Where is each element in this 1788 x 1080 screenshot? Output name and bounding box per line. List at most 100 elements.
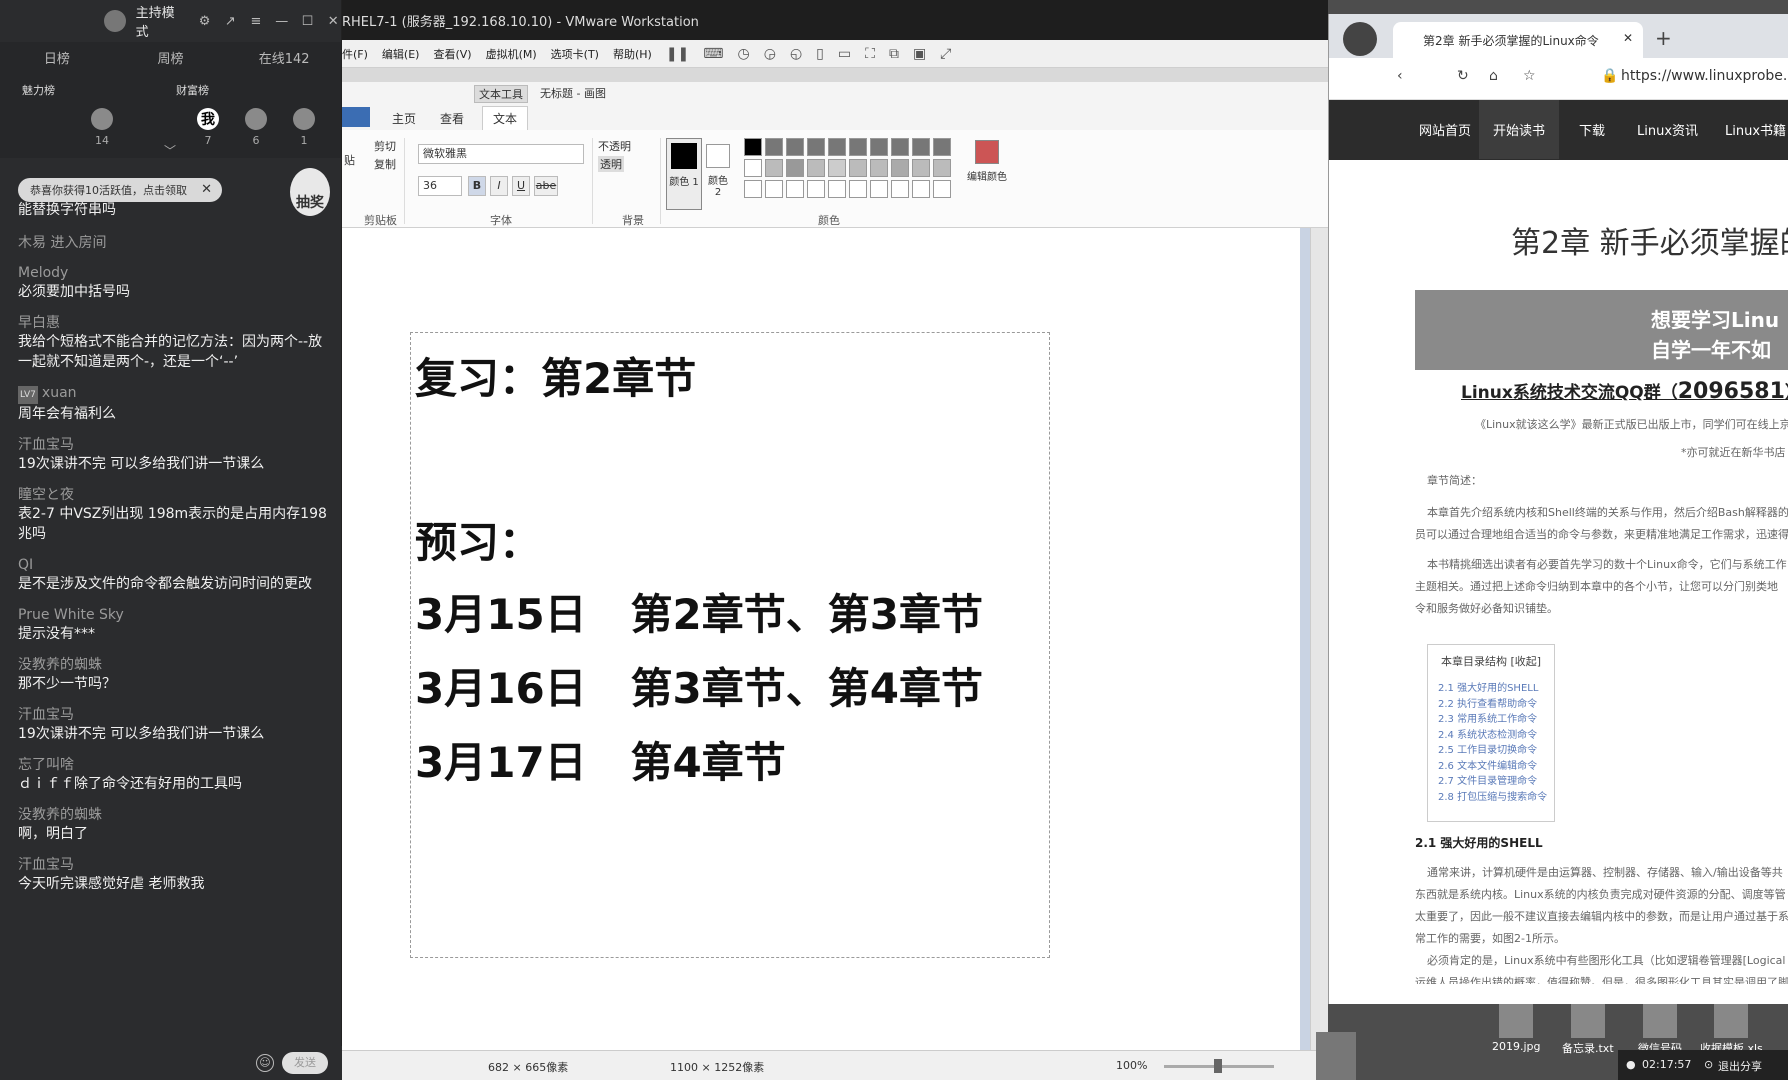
palette-swatch[interactable] — [849, 138, 867, 156]
charm-rank-user[interactable]: 14 — [90, 108, 114, 147]
message-author[interactable]: Prue White Sky — [18, 606, 328, 624]
revert-snapshot-icon[interactable]: ◶ — [764, 46, 776, 62]
message-author[interactable]: QI — [18, 556, 328, 574]
minimize-icon[interactable]: — — [274, 13, 290, 29]
tab-daily[interactable]: 日榜 — [0, 48, 114, 67]
vertical-scrollbar[interactable] — [1310, 228, 1328, 1050]
favorite-icon[interactable]: ☆ — [1523, 68, 1536, 84]
zoom-slider-thumb[interactable] — [1214, 1059, 1222, 1073]
emoji-icon[interactable]: ☺ — [256, 1054, 274, 1072]
message-author[interactable]: 汗血宝马 — [18, 436, 328, 454]
toc-item[interactable]: 2.6 文本文件编辑命令 — [1428, 759, 1554, 775]
palette-swatch[interactable] — [744, 180, 762, 198]
toc-title[interactable]: 本章目录结构 [收起] — [1428, 653, 1554, 669]
palette-swatch[interactable] — [828, 180, 846, 198]
palette-swatch[interactable] — [870, 159, 888, 177]
underline-button[interactable]: U — [512, 176, 530, 196]
chevron-down-icon[interactable]: ﹀ — [164, 142, 176, 159]
nav-read[interactable]: 开始读书 — [1479, 100, 1560, 159]
pause-icon[interactable]: ❚❚ — [666, 46, 689, 62]
maximize-icon[interactable]: ☐ — [300, 13, 316, 29]
console-icon[interactable]: ▣ — [913, 46, 926, 62]
message-author[interactable]: 汗血宝马 — [18, 706, 328, 724]
tab-home[interactable]: 主页 — [392, 110, 416, 127]
cut-button[interactable]: 剪切 — [374, 138, 396, 154]
send-keys-icon[interactable]: ⌨ — [703, 46, 723, 62]
new-tab-icon[interactable]: + — [1655, 26, 1672, 50]
copy-button[interactable]: 复制 — [374, 156, 396, 172]
palette-swatch[interactable] — [912, 159, 930, 177]
message-author[interactable]: Melody — [18, 264, 328, 282]
lottery-button[interactable]: 抽奖 — [290, 168, 330, 216]
desktop-icon[interactable]: 2019.jpg — [1492, 1004, 1541, 1053]
bold-button[interactable]: B — [468, 176, 486, 196]
reward-notice[interactable]: 恭喜你获得10活跃值，点击领取 ✕ — [18, 178, 222, 202]
wealth-rank-user[interactable]: 6 — [244, 108, 268, 147]
desktop-icon[interactable]: 备忘录.txt — [1562, 1004, 1614, 1056]
menu-file[interactable]: 件(F) — [342, 46, 368, 62]
wealth-rank-user[interactable]: 1 — [292, 108, 316, 147]
nav-books[interactable]: Linux书籍 — [1725, 120, 1786, 139]
message-author[interactable]: 忘了叫啥 — [18, 756, 328, 774]
exit-share-button[interactable]: 退出分享 — [1718, 1058, 1762, 1074]
back-icon[interactable]: ‹ — [1397, 68, 1403, 84]
tab-text[interactable]: 文本 — [482, 106, 529, 130]
fullscreen-icon[interactable]: ⛶ — [865, 46, 875, 62]
nav-news[interactable]: Linux资讯 — [1637, 120, 1698, 139]
qq-group-link[interactable]: Linux系统技术交流QQ群（2096581） — [1461, 378, 1788, 404]
menu-tabs[interactable]: 选项卡(T) — [551, 46, 599, 62]
italic-button[interactable]: I — [490, 176, 508, 196]
wealth-rank-user[interactable]: 我7 — [196, 108, 220, 147]
menu-help[interactable]: 帮助(H) — [613, 46, 652, 62]
file-menu-button[interactable] — [342, 107, 370, 127]
browser-tab[interactable]: 第2章 新手必须掌握的Linux命令 ✕ — [1393, 22, 1643, 58]
palette-swatch[interactable] — [765, 180, 783, 198]
palette-swatch[interactable] — [891, 159, 909, 177]
palette-swatch[interactable] — [807, 159, 825, 177]
opaque-option[interactable]: 不透明 — [598, 138, 631, 154]
palette-swatch[interactable] — [933, 180, 951, 198]
snapshot-icon[interactable]: ◷ — [738, 46, 750, 62]
palette-swatch[interactable] — [786, 180, 804, 198]
toc-item[interactable]: 2.3 常用系统工作命令 — [1428, 712, 1554, 728]
color1-button[interactable]: 颜色 1 — [666, 138, 702, 210]
toc-item[interactable]: 2.1 强大好用的SHELL — [1428, 681, 1554, 697]
nav-download[interactable]: 下载 — [1579, 120, 1605, 139]
palette-swatch[interactable] — [849, 180, 867, 198]
palette-swatch[interactable] — [912, 180, 930, 198]
palette-swatch[interactable] — [744, 159, 762, 177]
palette-swatch[interactable] — [891, 138, 909, 156]
drawing-canvas[interactable]: 复习：第2章节 预习： 3月15日 第2章节、第3章节 3月16日 第3章节、第… — [342, 228, 1300, 1050]
palette-swatch[interactable] — [786, 138, 804, 156]
text-box[interactable]: 复习：第2章节 预习： 3月15日 第2章节、第3章节 3月16日 第3章节、第… — [410, 332, 1050, 958]
font-size-select[interactable]: 36 — [418, 176, 462, 196]
share-icon[interactable]: ↗ — [222, 13, 238, 29]
transparent-option[interactable]: 透明 — [598, 156, 624, 172]
reload-icon[interactable]: ↻ — [1457, 68, 1469, 84]
tab-online[interactable]: 在线142 — [227, 48, 341, 67]
toc-item[interactable]: 2.7 文件目录管理命令 — [1428, 774, 1554, 790]
menu-edit[interactable]: 编辑(E) — [382, 46, 420, 62]
strikethrough-button[interactable]: abe — [534, 176, 558, 196]
menu-view[interactable]: 查看(V) — [433, 46, 471, 62]
menu-icon[interactable]: ≡ — [248, 13, 264, 29]
thumbnail-icon[interactable]: ▭ — [838, 46, 851, 62]
toc-item[interactable]: 2.2 执行查看帮助命令 — [1428, 697, 1554, 713]
settings-icon[interactable]: ⚙ — [197, 13, 213, 29]
color2-button[interactable] — [706, 144, 730, 168]
paste-button[interactable]: 贴 — [344, 152, 355, 168]
palette-swatch[interactable] — [765, 159, 783, 177]
palette-swatch[interactable] — [912, 138, 930, 156]
font-family-select[interactable]: 微软雅黑 — [418, 144, 584, 164]
palette-swatch[interactable] — [744, 138, 762, 156]
profile-avatar[interactable] — [1343, 22, 1377, 56]
promo-banner[interactable]: 想要学习Linu 自学一年不如 — [1415, 290, 1788, 370]
toc-item[interactable]: 2.8 打包压缩与搜索命令 — [1428, 790, 1554, 806]
nav-home[interactable]: 网站首页 — [1419, 120, 1471, 139]
home-icon[interactable]: ⌂ — [1489, 68, 1498, 84]
zoom-slider[interactable] — [1164, 1059, 1274, 1073]
desktop-icon[interactable]: 收据模板.xls — [1700, 1004, 1763, 1056]
palette-swatch[interactable] — [870, 138, 888, 156]
message-author[interactable]: 早白惠 — [18, 314, 328, 332]
palette-swatch[interactable] — [828, 159, 846, 177]
